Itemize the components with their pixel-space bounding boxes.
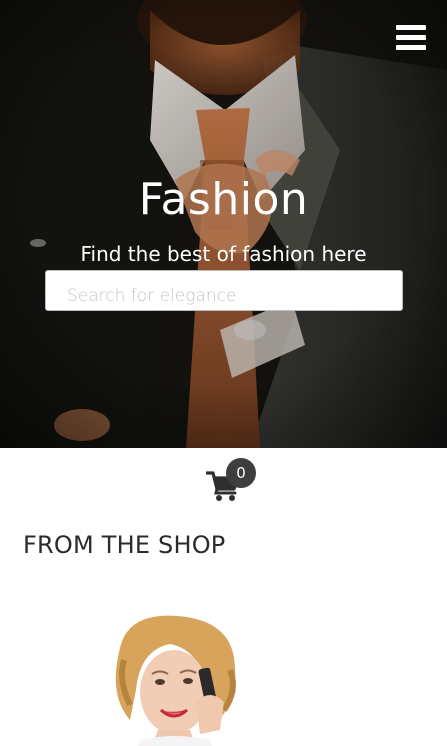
hero-title: Fashion xyxy=(138,174,309,225)
cart-button[interactable]: 0 xyxy=(204,458,256,504)
menu-button[interactable] xyxy=(394,24,428,52)
menu-icon-bar xyxy=(396,35,426,40)
product-photo xyxy=(100,610,250,746)
hero-banner: Fashion Find the best of fashion here xyxy=(0,0,447,448)
menu-icon-bar xyxy=(396,25,426,30)
search-input[interactable] xyxy=(45,270,403,311)
cart-count-badge: 0 xyxy=(226,458,256,488)
section-heading: FROM THE SHOP xyxy=(23,531,226,559)
hero-subtitle: Find the best of fashion here xyxy=(80,242,367,266)
menu-icon-bar xyxy=(396,45,426,50)
product-image[interactable] xyxy=(100,610,250,746)
page: Fashion Find the best of fashion here 0 … xyxy=(0,0,447,746)
